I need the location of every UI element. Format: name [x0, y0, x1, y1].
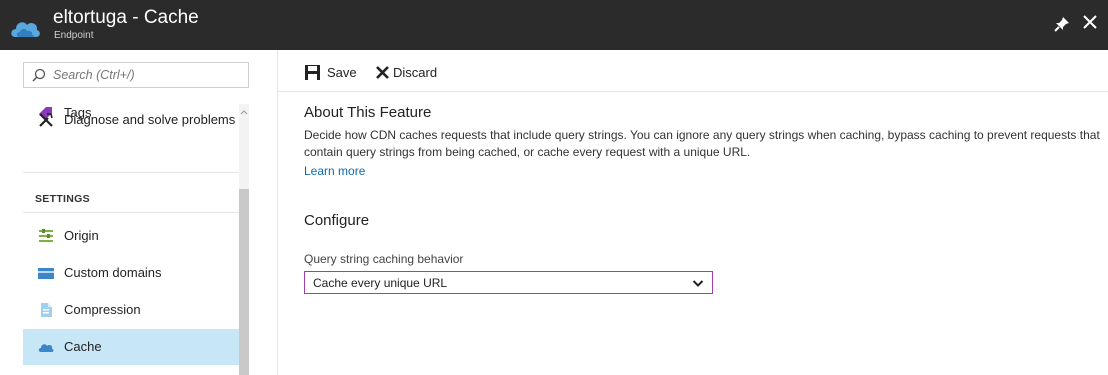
section-title-settings: SETTINGS — [35, 193, 90, 205]
page-subtitle: Endpoint — [54, 30, 94, 41]
cdn-cloud-icon — [11, 22, 40, 37]
sidebar-item-label: Custom domains — [64, 265, 162, 280]
close-icon[interactable] — [1080, 12, 1100, 32]
search-box[interactable] — [23, 62, 249, 88]
sidebar-item-label: Compression — [64, 302, 141, 317]
origin-icon — [39, 229, 53, 242]
save-button[interactable]: Save — [304, 63, 357, 85]
toolbar-divider — [278, 91, 1108, 92]
sidebar-item-label: Diagnose and solve problems — [64, 112, 236, 127]
file-icon — [41, 303, 52, 317]
wrench-icon — [39, 113, 53, 127]
page-title: eltortuga - Cache — [53, 7, 199, 28]
sidebar-scrollbar[interactable] — [239, 104, 249, 375]
query-string-caching-select[interactable]: Cache every unique URL — [304, 271, 713, 294]
chevron-down-icon — [692, 280, 704, 287]
sidebar-item-custom-domains[interactable]: Custom domains — [23, 255, 239, 291]
sidebar-item-label: Origin — [64, 228, 99, 243]
sidebar-item-origin[interactable]: Origin — [23, 218, 239, 254]
divider — [23, 172, 239, 173]
search-input[interactable] — [53, 66, 243, 84]
sidebar-item-cache[interactable]: Cache — [23, 329, 239, 365]
sidebar: Tags Diagnose and solve problems SETTING… — [0, 50, 262, 375]
discard-button[interactable]: Discard — [374, 63, 444, 85]
about-description: Decide how CDN caches requests that incl… — [304, 128, 1100, 159]
save-label: Save — [327, 65, 357, 80]
sidebar-item-compression[interactable]: Compression — [23, 292, 239, 328]
sidebar-item-diagnose[interactable]: Diagnose and solve problems — [23, 112, 239, 194]
panel-divider — [277, 50, 278, 375]
configure-heading: Configure — [304, 212, 370, 229]
save-icon — [305, 65, 320, 80]
title-bar: eltortuga - Cache Endpoint — [0, 0, 1108, 50]
chevron-up-icon[interactable] — [239, 107, 249, 117]
query-string-label: Query string caching behavior — [304, 252, 464, 266]
domain-card-icon — [38, 268, 54, 279]
scrollbar-thumb[interactable] — [239, 189, 249, 375]
sidebar-item-label: Cache — [64, 339, 102, 354]
search-icon — [32, 68, 46, 82]
close-x-icon — [376, 66, 389, 79]
learn-more-link[interactable]: Learn more — [304, 164, 365, 178]
pin-icon[interactable] — [1052, 14, 1072, 34]
about-heading: About This Feature — [304, 104, 432, 121]
divider — [23, 212, 239, 213]
select-value: Cache every unique URL — [313, 276, 448, 290]
cloud-icon — [38, 344, 54, 352]
discard-label: Discard — [393, 65, 438, 80]
